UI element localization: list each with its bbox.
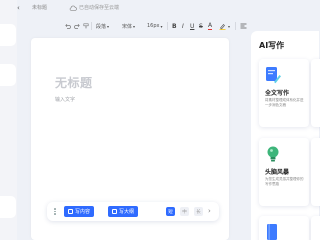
write-outline-button[interactable]: 写大纲	[108, 206, 139, 217]
font-size-label: 16px	[147, 23, 160, 29]
cloud-icon	[69, 5, 77, 11]
align-icon[interactable]	[240, 20, 247, 32]
sidebar-tab[interactable]	[0, 64, 16, 86]
doc-title: 未标题	[32, 5, 48, 11]
write-content-label: 写内容	[75, 209, 91, 215]
ai-card-more[interactable]	[259, 216, 309, 240]
outline-icon	[112, 209, 117, 214]
highlight-icon[interactable]	[219, 20, 226, 32]
drag-handle-icon[interactable]	[54, 208, 56, 215]
document-pen-icon	[266, 67, 281, 84]
document-title-input[interactable]: 无标题	[55, 74, 93, 91]
sidebar-tab[interactable]	[0, 196, 16, 218]
chevron-down-icon: ▾	[133, 23, 136, 29]
ai-card-title: 头脑风暴	[265, 169, 290, 176]
font-color-icon[interactable]: A	[208, 20, 213, 32]
strikethrough-icon[interactable]: S	[199, 20, 203, 32]
ai-card-peek[interactable]	[311, 59, 320, 127]
book-icon	[267, 224, 277, 240]
length-option-short[interactable]: 短	[166, 207, 175, 216]
back-arrow-icon[interactable]: ‹	[17, 4, 20, 12]
ai-card-brainstorm[interactable]: 头脑风暴 为您生成灵感并整理你的写作思路	[259, 138, 309, 206]
paragraph-select-label: 段落	[96, 23, 107, 30]
bold-icon[interactable]: B	[172, 20, 177, 32]
underline-icon[interactable]: U	[190, 20, 194, 32]
ai-card-peek[interactable]	[311, 138, 320, 206]
chevron-right-icon[interactable]: ›	[208, 207, 211, 215]
doc-icon	[68, 209, 73, 214]
toolbar-divider	[167, 22, 168, 30]
save-status-text: 已自动保存至云端	[79, 5, 120, 11]
length-option-medium[interactable]: 中	[180, 207, 189, 216]
font-size-select[interactable]: 16px ▾	[147, 20, 163, 32]
format-painter-icon[interactable]	[83, 20, 89, 32]
toolbar-divider	[91, 22, 92, 30]
document-body-input[interactable]: 输入文字	[55, 96, 75, 103]
sidebar-tab[interactable]	[0, 24, 16, 46]
write-content-button[interactable]: 写内容	[64, 206, 95, 217]
font-select-label: 宋体	[122, 23, 133, 30]
font-select[interactable]: 宋体 ▾	[122, 20, 135, 32]
chevron-down-icon: ▾	[160, 23, 163, 29]
toolbar-divider	[235, 22, 236, 30]
ai-card-full-writing[interactable]: 全文写作 将素材整理成体系化并进一步润色文稿	[259, 59, 309, 127]
length-option-long[interactable]: 长	[194, 207, 203, 216]
redo-icon[interactable]	[74, 20, 80, 32]
undo-icon[interactable]	[65, 20, 71, 32]
write-outline-label: 写大纲	[119, 209, 135, 215]
ai-bottom-bar: 写内容 写大纲 短 中 长 ›	[47, 202, 219, 221]
ai-card-desc: 为您生成灵感并整理你的写作思路	[265, 177, 304, 186]
paragraph-select[interactable]: 段落 ▾	[96, 20, 109, 32]
left-sidebar	[0, 0, 17, 240]
chevron-down-icon: ▾	[107, 23, 110, 29]
save-status: 已自动保存至云端	[69, 4, 119, 11]
ai-card-title: 全文写作	[265, 90, 290, 97]
ai-panel: AI写作 全文写作 将素材整理成体系化并进一步润色文稿 头脑风暴 为您生成灵感并…	[251, 31, 320, 240]
ai-card-peek[interactable]	[311, 216, 320, 240]
italic-icon[interactable]: I	[182, 20, 184, 32]
chevron-down-icon[interactable]: ▾	[228, 20, 230, 32]
lightbulb-icon	[267, 146, 279, 162]
ai-card-desc: 将素材整理成体系化并进一步润色文稿	[265, 98, 304, 107]
ai-panel-title: AI写作	[259, 41, 285, 50]
